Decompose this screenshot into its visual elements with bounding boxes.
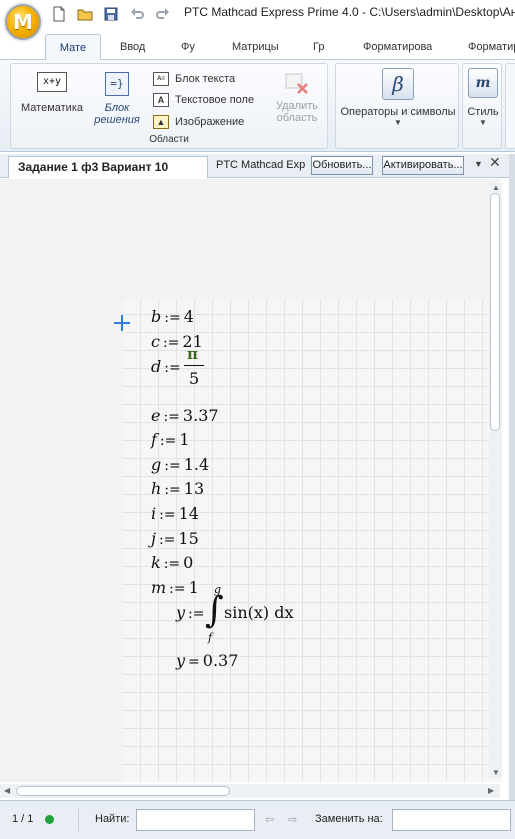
integral-definition[interactable]: y:= g ∫ f sin(x) dx (176, 583, 316, 645)
regions-group-label: Области (149, 134, 189, 145)
delete-region-icon (284, 72, 310, 96)
tab-functions[interactable]: Фу (181, 34, 199, 60)
redo-icon[interactable] (152, 4, 174, 24)
license-info-text: PTC Mathcad Exp (216, 159, 306, 171)
quick-access-toolbar (48, 4, 174, 24)
tab-list-dropdown-icon[interactable]: ▼ (474, 159, 483, 169)
horizontal-scrollbar[interactable]: ◀ ▶ (0, 784, 500, 798)
assignment-i[interactable]: i:= 14 (151, 504, 199, 523)
assignment-j[interactable]: j:= 15 (151, 529, 199, 548)
vertical-scroll-thumb[interactable] (490, 193, 500, 431)
scroll-left-arrow-icon[interactable]: ◀ (4, 786, 10, 795)
image-icon: ▲ (153, 115, 169, 129)
ribbon-tabs: Мате Ввод Фу Матрицы Гр Форматирова Форм… (0, 30, 515, 61)
text-field-button[interactable]: A Текстовое поле (153, 93, 254, 107)
scroll-right-arrow-icon[interactable]: ▶ (488, 786, 494, 795)
style-button[interactable]: m Стиль ▼ (464, 68, 502, 127)
fraction-pi-over-5: π 5 (184, 345, 206, 389)
page-indicator: 1 / 1 (12, 813, 34, 825)
solve-block-button[interactable]: =} Блок решения (91, 72, 143, 126)
solve-block-icon: =} (105, 72, 129, 96)
find-next-icon[interactable]: ⇨ (288, 813, 297, 826)
tab-formatting-calc[interactable]: Форматирова (363, 34, 439, 60)
chevron-down-icon: ▼ (479, 118, 487, 127)
replace-label: Заменить на: (315, 813, 383, 825)
result-y[interactable]: y = 0.37 (176, 651, 238, 670)
open-folder-icon[interactable] (74, 4, 96, 24)
tab-matrices[interactable]: Матрицы (232, 34, 292, 60)
integral-lower-limit: f (208, 631, 213, 644)
regions-group: x+y Математика =} Блок решения A≡ Блок т… (10, 63, 328, 149)
window-title: PTC Mathcad Express Prime 4.0 - C:\Users… (184, 5, 515, 19)
right-panel-edge (509, 154, 515, 800)
delete-region-button[interactable]: Удалить область (269, 72, 325, 124)
style-group: m Стиль ▼ (462, 63, 502, 149)
title-bar: M PTC Mathcad Express Prime 4.0 - C:\Use… (0, 0, 515, 40)
close-document-icon[interactable]: ✕ (489, 154, 501, 171)
new-file-icon[interactable] (48, 4, 70, 24)
document-tab[interactable]: Задание 1 ф3 Вариант 10 (8, 156, 208, 178)
assignment-b[interactable]: b:= 4 (151, 307, 194, 326)
text-block-button[interactable]: A≡ Блок текста (153, 72, 235, 86)
assignment-k[interactable]: k:= 0 (151, 553, 193, 572)
beta-icon: β (382, 68, 414, 100)
next-group-edge (505, 63, 515, 149)
operators-symbols-button[interactable]: β Операторы и символы ▼ (338, 68, 458, 127)
integral-sign: ∫ (205, 590, 224, 631)
assignment-e[interactable]: e:= 3.37 (151, 406, 219, 425)
ribbon-panel: x+y Математика =} Блок решения A≡ Блок т… (0, 60, 515, 152)
text-field-icon: A (153, 93, 169, 107)
status-bar: 1 / 1 Найти: ⇦ ⇨ Заменить на: (0, 800, 515, 839)
horizontal-scroll-thumb[interactable] (16, 786, 230, 796)
replace-input[interactable] (392, 809, 511, 831)
find-input[interactable] (136, 809, 255, 831)
tab-input[interactable]: Ввод (120, 34, 150, 60)
calculation-status-icon (45, 815, 54, 824)
activate-button[interactable]: Активировать... (382, 156, 464, 175)
tab-formatting-text[interactable]: Форматир (468, 34, 515, 60)
operators-group: β Операторы и символы ▼ (335, 63, 459, 149)
worksheet-canvas[interactable]: b:= 4 c:= 21 d:= π 5 e:= 3.37 f:= 1 g:= 1.4 h… (0, 179, 500, 782)
find-label: Найти: (95, 813, 130, 825)
chevron-down-icon: ▼ (394, 118, 402, 127)
integrand: sin(x) dx (224, 603, 294, 622)
style-icon: m (468, 68, 498, 98)
tab-math[interactable]: Мате (45, 34, 101, 61)
app-logo-button[interactable]: M (5, 4, 41, 40)
math-region-button[interactable]: x+y Математика (17, 72, 87, 114)
save-icon[interactable] (100, 4, 122, 24)
undo-icon[interactable] (126, 4, 148, 24)
update-button[interactable]: Обновить... (311, 156, 373, 175)
find-previous-icon[interactable]: ⇦ (265, 813, 274, 826)
assignment-f[interactable]: f:= 1 (151, 430, 190, 449)
vertical-scrollbar[interactable]: ▲ ▼ (489, 183, 502, 778)
document-tab-bar: Задание 1 ф3 Вариант 10 PTC Mathcad Exp … (0, 154, 515, 178)
assignment-d[interactable]: d:= (151, 357, 184, 376)
scroll-down-arrow-icon[interactable]: ▼ (492, 768, 500, 777)
scroll-up-arrow-icon[interactable]: ▲ (492, 183, 500, 192)
math-region-icon: x+y (37, 72, 67, 92)
assignment-g[interactable]: g:= 1.4 (151, 455, 209, 474)
image-button[interactable]: ▲ Изображение (153, 115, 244, 129)
assignment-h[interactable]: h:= 13 (151, 479, 204, 498)
tab-graphs[interactable]: Гр (313, 34, 331, 60)
text-block-icon: A≡ (153, 72, 169, 86)
insertion-cursor-icon (114, 315, 130, 331)
